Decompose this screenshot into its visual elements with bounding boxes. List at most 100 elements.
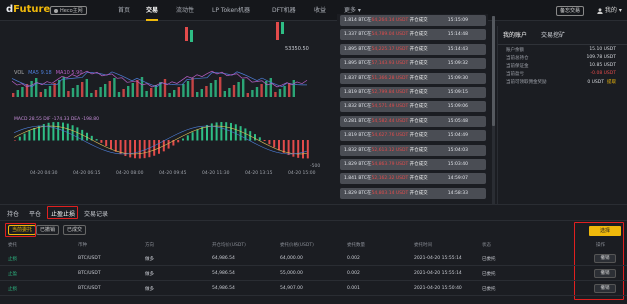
macd-bar	[278, 140, 280, 151]
macd-bar	[47, 122, 50, 141]
account-panel: 我的账户 交易挖矿 账户余额 15.10 USDT 当前总持仓 109.78 USD…	[497, 26, 627, 204]
x-tick-label: 04-20 06:15	[73, 170, 101, 176]
nav-liquidity[interactable]: 流动性	[176, 0, 194, 21]
nav-dft[interactable]: DFT机器	[272, 0, 296, 21]
logo[interactable]: dFuture	[6, 4, 50, 15]
price-label: 53350.50	[285, 46, 309, 52]
tab-my-account[interactable]: 我的账户	[503, 30, 527, 39]
table-cell-qty: 0.001	[347, 286, 360, 291]
tab-positions[interactable]: 持仓	[7, 209, 19, 218]
nav-trade[interactable]: 交易	[146, 0, 159, 21]
macd-bar	[220, 122, 223, 141]
account-balance: 账户余额 15.10 USDT	[506, 47, 616, 53]
volume-bar	[205, 86, 208, 97]
highlight-box	[47, 206, 78, 219]
macd-bar	[167, 140, 170, 149]
col-status: 状态	[482, 243, 491, 248]
volume-bar	[113, 78, 116, 97]
table-cell-status: 已委托	[482, 272, 496, 277]
volume-bar	[150, 88, 153, 97]
volume-bar	[90, 93, 93, 97]
x-tick-label: 04-20 08:00	[116, 170, 144, 176]
macd-bar	[158, 140, 160, 154]
macd-bar	[153, 140, 156, 156]
tab-trade-history[interactable]: 交易记录	[84, 209, 108, 218]
cancel-order-button[interactable]: 撤销	[594, 269, 616, 278]
macd-bar	[38, 125, 40, 141]
table-cell-qty: 0.002	[347, 271, 360, 276]
macd-bar	[282, 140, 285, 153]
macd-bar	[100, 140, 103, 143]
nav-home[interactable]: 首页	[118, 0, 130, 21]
volume-bar	[219, 77, 222, 97]
volume-bar	[39, 92, 42, 97]
kline-chart-svg[interactable]: 53350.50 VOL MA5 9.18 MA10 5.90 MACD 28.55 D…	[0, 22, 334, 192]
volume-bar	[260, 84, 263, 97]
macd-bar	[306, 140, 309, 159]
volume-bar	[136, 80, 139, 97]
trade-feed-row: 1.837 BTC在51,366.28 USDT 开仓成交 15:09:30	[340, 72, 486, 84]
nav-lp-token[interactable]: LP Token机器	[212, 0, 250, 21]
network-badge[interactable]: Heco主网	[50, 6, 87, 15]
macd-bar	[71, 125, 74, 141]
trade-feed-row: 1.832 BTC在54,571.49 USDT 开仓成交 15:09:06	[340, 101, 486, 113]
volume-bar	[76, 85, 79, 97]
volume-bar	[81, 82, 84, 97]
nav-earnings[interactable]: 收益	[314, 0, 326, 21]
trade-feed-scrollbar[interactable]	[492, 16, 495, 204]
memo-trade-button[interactable]: 备忘交易	[556, 6, 585, 16]
volume-bar	[131, 83, 134, 97]
volume-bar	[25, 84, 29, 97]
cancel-order-button[interactable]: 撤销	[594, 254, 616, 263]
top-nav-bar: dFuture Heco主网 首页 交易 流动性 LP Token机器 DFT机…	[0, 0, 627, 21]
divider	[0, 220, 627, 221]
trade-feed-row: 1.895 BTC在57,143.93 USDT 开仓成交 15:09:32	[340, 58, 486, 70]
volume-bar	[85, 79, 88, 97]
filter-filled[interactable]: 已成交	[63, 225, 87, 235]
kline-chart[interactable]: 53350.50 VOL MA5 9.18 MA10 5.90 MACD 28.55 D…	[0, 22, 334, 192]
table-cell-side: 止损	[8, 257, 17, 262]
macd-bar	[23, 133, 26, 141]
withdraw-link[interactable]: 提取	[607, 80, 616, 85]
tab-trade-mining[interactable]: 交易挖矿	[541, 30, 565, 39]
col-coin: 币种	[78, 243, 87, 248]
table-cell-open: 54,986.54	[212, 271, 235, 276]
volume-bar	[186, 81, 190, 97]
trade-feed-row: 1.337 BTC在54,789.04 USDT 开仓成交 15:14:48	[340, 29, 486, 41]
trade-feed-row: 1.829 BTC在54,803.14 USDT 开仓成交 14:58:33	[340, 187, 486, 199]
macd-bar	[134, 140, 136, 159]
candle	[281, 22, 284, 34]
macd-bar	[191, 132, 194, 141]
trade-feed-row: 1.819 BTC在54,627.76 USDT 开仓成交 15:04:49	[340, 130, 486, 142]
trade-feed-row: 1.895 BTC在54,225.17 USDT 开仓成交 15:14:43	[340, 43, 486, 55]
macd-bar	[268, 140, 271, 145]
volume-bar	[168, 93, 171, 97]
volume-bar	[108, 81, 111, 97]
filter-cancelled[interactable]: 已撤销	[36, 225, 60, 235]
volume-bar	[30, 81, 33, 97]
divider	[0, 204, 627, 205]
trade-feed-row: 1.841 BTC在52,162.32 USDT 开仓成交 14:59:07	[340, 173, 486, 185]
volume-bar	[177, 87, 180, 97]
table-cell-price: 54,907.00	[280, 286, 303, 291]
tab-closed[interactable]: 平仓	[29, 209, 41, 218]
macd-bar	[28, 130, 31, 141]
volume-bar	[173, 90, 176, 97]
col-direction: 方向	[145, 243, 154, 248]
macd-bar	[239, 126, 242, 141]
volume-bar	[117, 92, 121, 97]
macd-bar	[215, 122, 218, 141]
user-menu[interactable]: 我的 ▾	[597, 5, 622, 14]
volume-bar	[21, 87, 24, 97]
macd-bar	[297, 140, 300, 158]
candle	[185, 27, 188, 41]
volume-bar	[292, 80, 295, 97]
volume-bar	[62, 77, 65, 97]
row-divider	[0, 265, 627, 266]
volume-bar	[122, 89, 125, 97]
trade-feed-row: 1.819 BTC在52,799.84 USDT 开仓成交 15:09:15	[340, 87, 486, 98]
volume-bar	[48, 86, 52, 97]
table-cell-open: 54,986.54	[212, 286, 235, 291]
highlight-box	[5, 223, 36, 237]
cancel-order-button[interactable]: 撤销	[594, 284, 616, 293]
